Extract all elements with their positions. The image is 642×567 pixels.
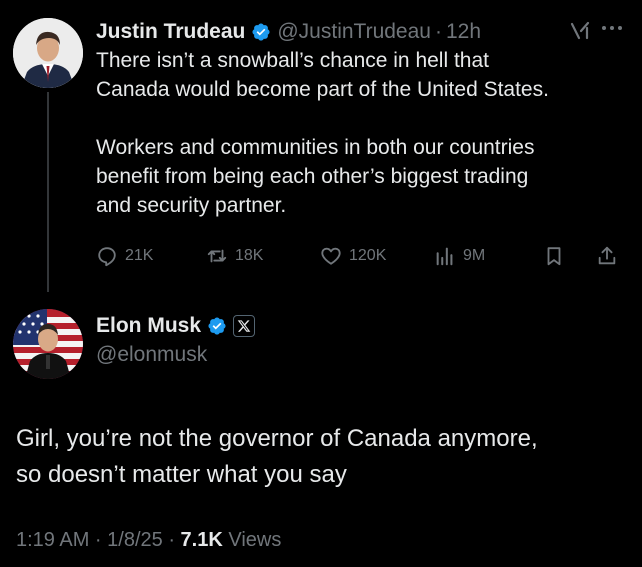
author-handle[interactable]: @elonmusk bbox=[96, 343, 207, 367]
verified-badge-icon[interactable] bbox=[207, 316, 227, 336]
grok-icon[interactable] bbox=[568, 19, 592, 43]
reply-text-line: so doesn’t matter what you say bbox=[16, 461, 347, 488]
x-affiliation-icon[interactable] bbox=[233, 315, 256, 337]
share-button[interactable] bbox=[596, 243, 618, 269]
views-count: 9M bbox=[463, 247, 486, 264]
like-icon bbox=[321, 247, 341, 265]
avatar[interactable] bbox=[13, 18, 83, 88]
reply-tweet[interactable]: Elon Musk @elonmusk Girl, you’re not the… bbox=[0, 295, 642, 567]
avatar[interactable] bbox=[13, 309, 83, 379]
bookmark-button[interactable] bbox=[543, 243, 565, 269]
tweet-actions: 21K 18K 120K 9M bbox=[96, 243, 626, 269]
views-icon bbox=[436, 247, 453, 266]
trudeau-avatar-image bbox=[13, 18, 83, 88]
separator: · bbox=[434, 20, 442, 43]
tweet-text-line: There isn’t a snowball’s chance in hell … bbox=[96, 49, 490, 72]
views-button[interactable]: 9M bbox=[434, 243, 485, 269]
reply-header: Elon Musk bbox=[96, 311, 256, 341]
more-icon[interactable] bbox=[602, 24, 622, 32]
repost-count: 18K bbox=[235, 247, 264, 264]
like-button[interactable]: 120K bbox=[320, 243, 386, 269]
reply-text: Girl, you’re not the governor of Canada … bbox=[16, 421, 626, 493]
repost-button[interactable]: 18K bbox=[206, 243, 263, 269]
tweet-text-line: benefit from being each other’s biggest … bbox=[96, 165, 529, 188]
musk-avatar-image bbox=[13, 309, 83, 379]
author-name[interactable]: Justin Trudeau bbox=[96, 20, 245, 44]
timestamp[interactable]: 1:19 AM · 1/8/25 · bbox=[16, 529, 181, 551]
share-icon bbox=[598, 246, 616, 265]
verified-badge-icon[interactable] bbox=[251, 22, 271, 42]
tweet-text-line: Canada would become part of the United S… bbox=[96, 78, 549, 101]
reply-text-line: Girl, you’re not the governor of Canada … bbox=[16, 425, 538, 452]
bookmark-icon bbox=[547, 247, 561, 266]
parent-tweet[interactable]: Justin Trudeau @JustinTrudeau · 12h Ther… bbox=[0, 0, 642, 292]
tweet-header: Justin Trudeau @JustinTrudeau · 12h bbox=[96, 15, 622, 49]
author-name[interactable]: Elon Musk bbox=[96, 314, 201, 338]
tweet-time[interactable]: 12h bbox=[446, 20, 481, 44]
tweet-text-line: Workers and communities in both our coun… bbox=[96, 136, 535, 159]
author-handle[interactable]: @JustinTrudeau bbox=[277, 20, 431, 44]
repost-icon bbox=[207, 249, 227, 263]
reply-count: 21K bbox=[125, 247, 154, 264]
tweet-text-line: and security partner. bbox=[96, 194, 287, 217]
tweet-text: There isn’t a snowball’s chance in hell … bbox=[96, 46, 626, 220]
tweet-metadata: 1:19 AM · 1/8/25 · 7.1K Views bbox=[16, 529, 281, 552]
views-count[interactable]: 7.1K bbox=[181, 529, 223, 551]
views-label: Views bbox=[222, 529, 282, 551]
reply-icon bbox=[98, 247, 116, 267]
like-count: 120K bbox=[349, 247, 387, 264]
thread-connector-line bbox=[47, 92, 49, 292]
reply-button[interactable]: 21K bbox=[96, 243, 153, 269]
